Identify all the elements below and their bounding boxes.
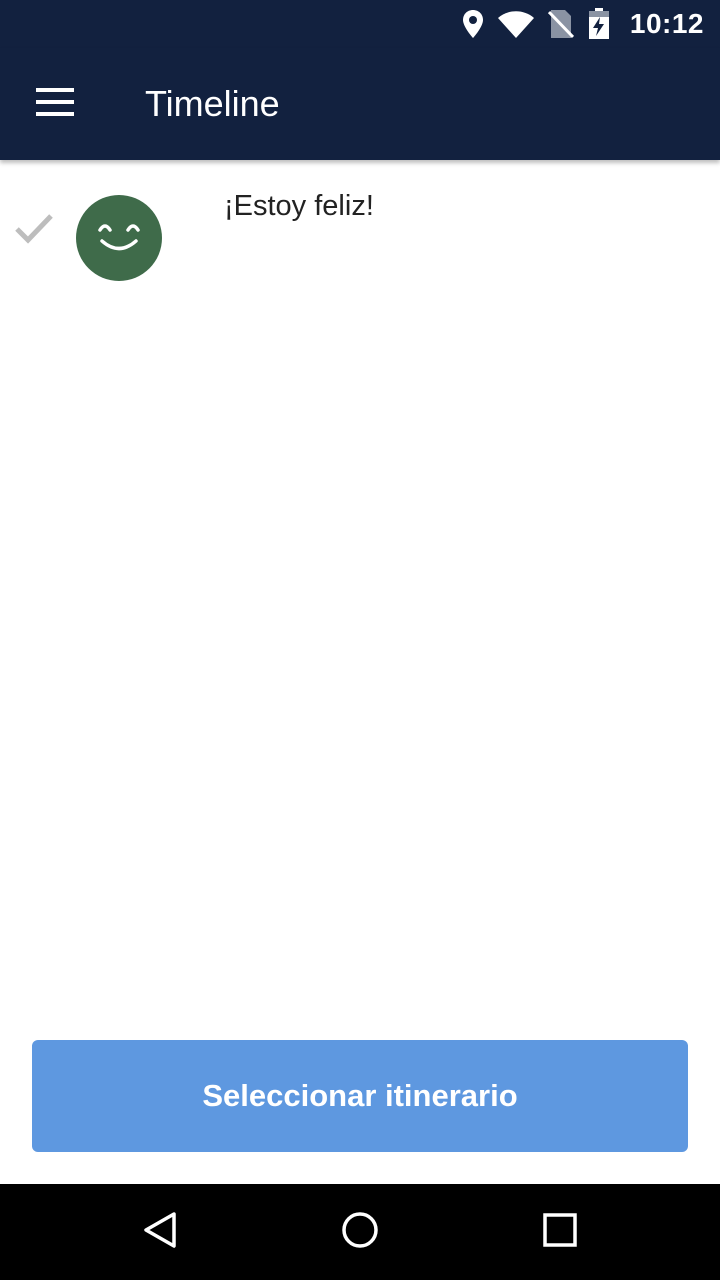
check-icon (14, 212, 54, 249)
back-button[interactable] (100, 1184, 220, 1280)
location-icon (462, 9, 484, 39)
timeline-item-text: ¡Estoy feliz! (224, 190, 374, 222)
wifi-icon (497, 10, 534, 38)
status-time: 10:12 (629, 8, 704, 39)
menu-button[interactable] (0, 48, 112, 160)
no-sim-icon (547, 9, 574, 39)
home-icon (340, 1210, 380, 1255)
status-bar: 10:12 (0, 0, 720, 48)
page-title: Timeline (145, 83, 280, 124)
mood-avatar (76, 195, 162, 281)
app-bar: Timeline (0, 48, 720, 160)
status-icons: 10:12 (462, 8, 704, 40)
hamburger-menu-icon (36, 87, 74, 121)
home-button[interactable] (300, 1184, 420, 1280)
battery-charging-icon (588, 8, 610, 40)
recent-apps-icon (542, 1212, 578, 1253)
back-icon (140, 1210, 180, 1255)
select-itinerary-button[interactable]: Seleccionar itinerario (32, 1040, 688, 1152)
timeline-list: ¡Estoy feliz! (0, 160, 720, 1184)
recent-apps-button[interactable] (500, 1184, 620, 1280)
navigation-bar (0, 1184, 720, 1280)
timeline-item[interactable]: ¡Estoy feliz! (0, 160, 720, 300)
smiley-face-icon (89, 211, 149, 266)
